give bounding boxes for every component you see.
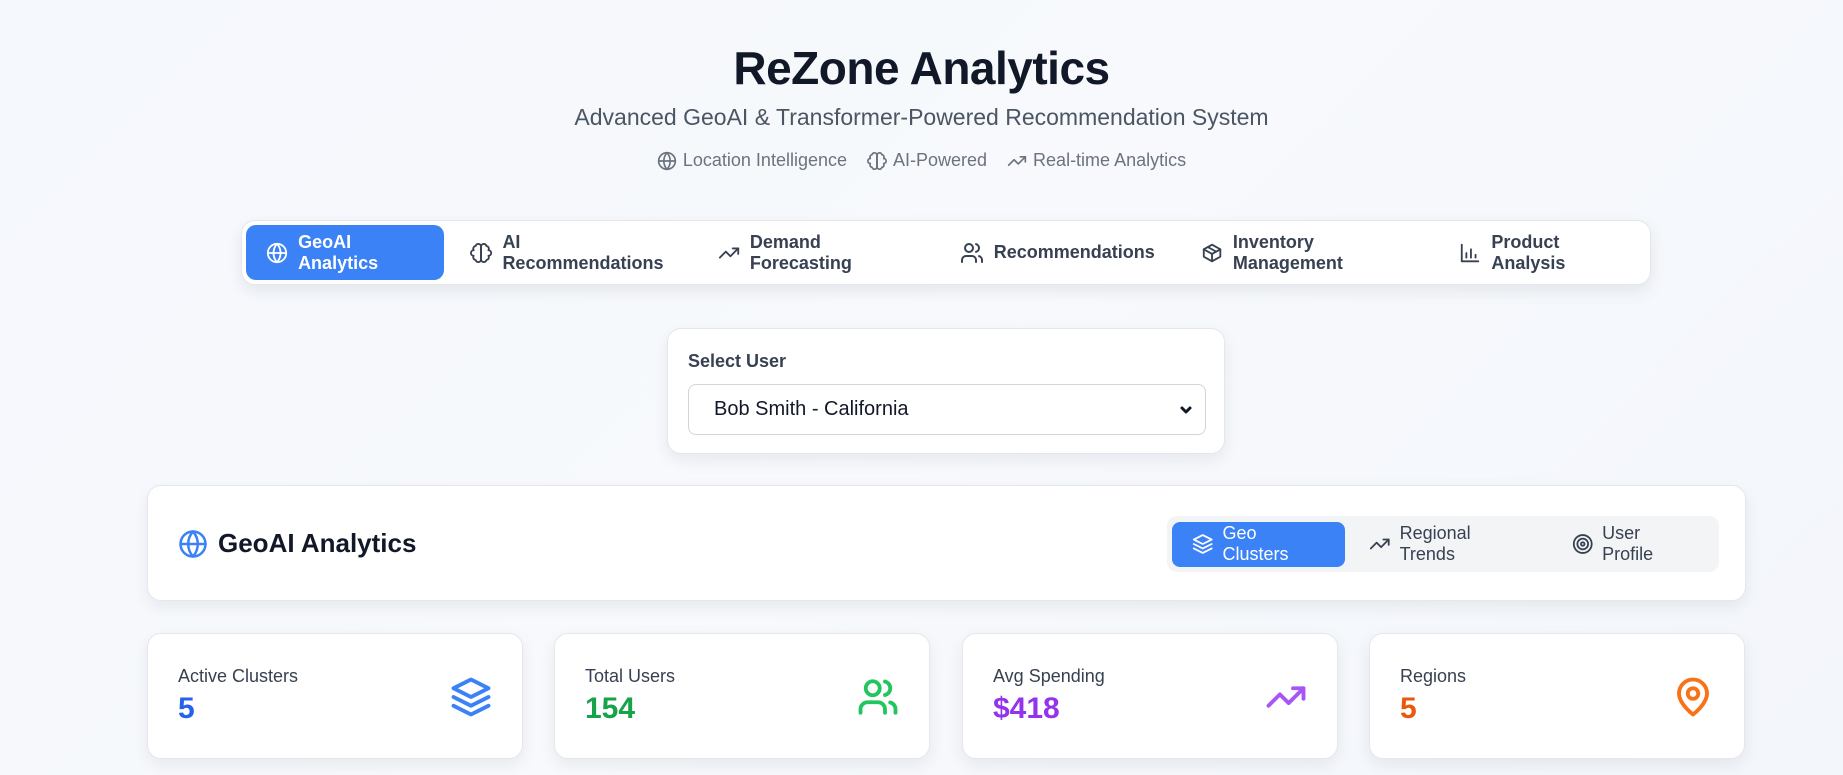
section-title-text: GeoAI Analytics — [218, 528, 417, 558]
feature-realtime-analytics: Real-time Analytics — [1007, 150, 1186, 171]
app-subtitle: Advanced GeoAI & Transformer-Powered Rec… — [574, 104, 1269, 130]
selected-user: Bob Smith - California — [714, 398, 909, 420]
feature-ai-powered: AI-Powered — [867, 150, 987, 171]
trending-up-icon — [1265, 676, 1307, 718]
stat-value: 5 — [1400, 692, 1417, 725]
tab-product-analysis[interactable]: Product Analysis — [1439, 225, 1646, 280]
page: ReZone Analytics Advanced GeoAI & Transf… — [0, 0, 1843, 775]
bar-chart-icon — [1461, 243, 1480, 262]
tab-demand-forecasting[interactable]: Demand Forecasting — [698, 225, 934, 280]
app-header: ReZone Analytics Advanced GeoAI & Transf… — [0, 40, 1843, 171]
subtab-label: Regional Trends — [1399, 523, 1471, 564]
layers-icon — [450, 676, 492, 718]
feature-location-intelligence: Location Intelligence — [657, 150, 847, 171]
brain-icon — [470, 242, 493, 263]
stat-card-active-clusters: Active Clusters 5 — [147, 633, 523, 759]
tab-label: GeoAI Analytics — [298, 231, 379, 273]
target-icon — [1572, 534, 1593, 554]
trending-up-icon — [718, 246, 739, 259]
stat-card-avg-spending: Avg Spending $418 — [962, 633, 1338, 759]
tab-ai-recommendations[interactable]: AI Recommendations — [450, 225, 691, 280]
feature-label: Real-time Analytics — [1033, 150, 1187, 170]
geoai-section-header: GeoAI Analytics Geo Clusters Regional Tr… — [147, 485, 1746, 601]
section-subtabs: Geo Clusters Regional Trends User Profil… — [1167, 516, 1719, 572]
users-icon — [960, 242, 983, 263]
stat-label: Total Users — [585, 666, 676, 686]
tab-label: Recommendations — [993, 242, 1155, 262]
subtab-label: Geo Clusters — [1222, 523, 1289, 564]
package-icon — [1202, 243, 1222, 262]
tab-label: Inventory Management — [1232, 231, 1343, 273]
user-select-card: Select User Bob Smith - California — [667, 328, 1225, 454]
stat-label: Avg Spending — [993, 666, 1105, 686]
subtab-user-profile[interactable]: User Profile — [1552, 522, 1714, 567]
stat-label: Active Clusters — [178, 666, 299, 686]
tab-recommendations[interactable]: Recommendations — [940, 225, 1175, 280]
globe-icon — [657, 151, 677, 170]
stat-value: 5 — [178, 692, 195, 725]
select-user-label: Select User — [688, 351, 787, 371]
globe-icon — [179, 529, 207, 558]
users-icon — [857, 676, 899, 718]
trending-up-icon — [1369, 538, 1390, 550]
subtab-label: User Profile — [1602, 523, 1654, 564]
globe-icon — [266, 242, 288, 263]
app-title: ReZone Analytics — [733, 42, 1110, 94]
stat-label: Regions — [1400, 666, 1467, 686]
stat-value: 154 — [585, 692, 636, 725]
stat-card-regions: Regions 5 — [1369, 633, 1745, 759]
brain-icon — [867, 151, 887, 170]
layers-icon — [1192, 534, 1213, 554]
tab-label: Demand Forecasting — [749, 231, 852, 273]
feature-label: Location Intelligence — [682, 150, 847, 170]
stat-card-total-users: Total Users 154 — [554, 633, 930, 759]
feature-list: Location Intelligence AI-Powered Real-ti… — [0, 150, 1843, 171]
subtab-geo-clusters[interactable]: Geo Clusters — [1172, 521, 1346, 567]
tab-label: Product Analysis — [1491, 231, 1566, 273]
main-nav: GeoAI Analytics AI Recommendations Deman… — [241, 220, 1651, 285]
tab-geoai-analytics[interactable]: GeoAI Analytics — [246, 225, 445, 280]
user-select-dropdown[interactable]: Bob Smith - California — [688, 384, 1206, 435]
subtab-regional-trends[interactable]: Regional Trends — [1349, 522, 1548, 567]
section-title: GeoAI Analytics — [178, 528, 416, 559]
trending-up-icon — [1007, 155, 1027, 166]
chevron-down-icon — [1180, 406, 1192, 413]
feature-label: AI-Powered — [893, 150, 988, 170]
map-pin-icon — [1672, 676, 1714, 718]
tab-inventory-management[interactable]: Inventory Management — [1181, 225, 1434, 280]
stat-value: $418 — [993, 692, 1060, 725]
tab-label: AI Recommendations — [502, 231, 664, 273]
